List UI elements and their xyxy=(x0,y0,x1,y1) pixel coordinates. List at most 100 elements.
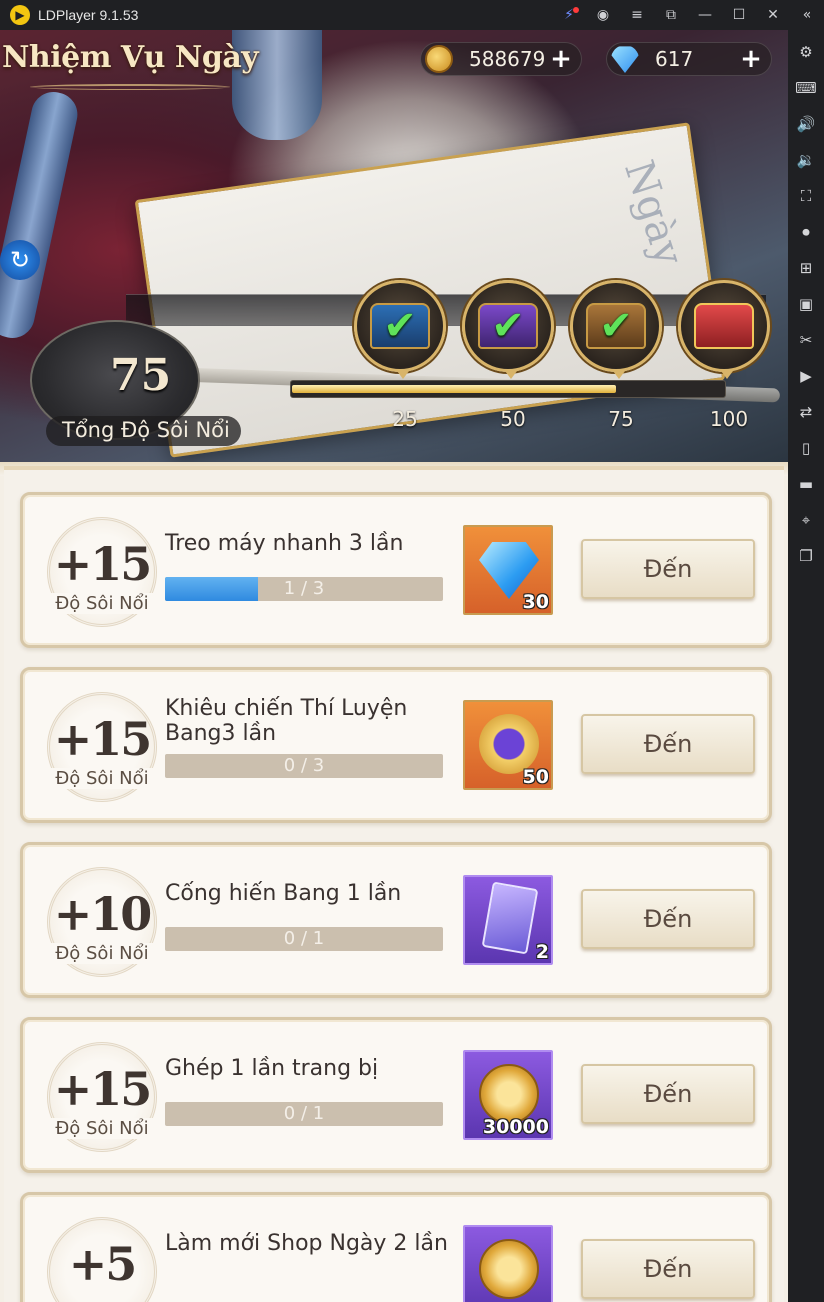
location-icon[interactable]: ⌖ xyxy=(788,502,824,538)
boost-icon[interactable]: ⚡ xyxy=(552,0,586,30)
go-button[interactable]: Đến xyxy=(581,714,755,774)
milestone-shelf xyxy=(126,294,766,326)
go-button[interactable]: Đến xyxy=(581,1239,755,1299)
task-card: +5 Làm mới Shop Ngày 2 lần Đến xyxy=(20,1192,772,1302)
activity-unit: Độ Sôi Nổi xyxy=(43,1118,161,1139)
red-chest-icon xyxy=(694,303,754,349)
activity-points-badge: +15 Độ Sôi Nổi xyxy=(43,513,161,631)
macro-icon[interactable]: ⏺ xyxy=(788,214,824,250)
milestone-label: 50 xyxy=(500,407,526,431)
scissors-icon[interactable]: ✂ xyxy=(788,322,824,358)
task-name: Khiêu chiến Thí Luyện Bang3 lần xyxy=(165,696,408,746)
task-name: Làm mới Shop Ngày 2 lần xyxy=(165,1231,448,1256)
activity-unit: Độ Sôi Nổi xyxy=(43,593,161,614)
activity-points: +15 xyxy=(53,537,153,591)
task-progress-text: 0 / 1 xyxy=(283,928,325,949)
coin-icon xyxy=(479,1239,539,1299)
collapse-sidebar-icon[interactable]: « xyxy=(790,0,824,30)
task-card: +10 Độ Sôi Nổi Cống hiến Bang 1 lần 0 / … xyxy=(20,842,772,998)
total-activity-label: Tổng Độ Sôi Nổi xyxy=(62,418,230,442)
sync-icon[interactable]: ⇄ xyxy=(788,394,824,430)
window-controls: ⚡ ◉ ≡ ⧉ — ☐ ✕ « xyxy=(552,0,824,30)
activity-points: +15 xyxy=(53,1062,153,1116)
folder-icon[interactable]: ▬ xyxy=(788,466,824,502)
gem-amount: 617 xyxy=(655,47,694,71)
record-video-icon[interactable]: ▶ xyxy=(788,358,824,394)
add-gems-button[interactable]: + xyxy=(737,44,765,74)
reward-item[interactable]: 30 xyxy=(463,525,553,615)
emulator-sidebar: ⚙ ⌨ 🔊 🔉 ⛶ ⏺ ⊞ ▣ ✂ ▶ ⇄ ▯ ▬ ⌖ ❐ xyxy=(788,30,824,1302)
maximize-button[interactable]: ☐ xyxy=(722,0,756,30)
apk-install-icon[interactable]: ▣ xyxy=(788,286,824,322)
task-card: +15 Độ Sôi Nổi Ghép 1 lần trang bị 0 / 1… xyxy=(20,1017,772,1173)
activity-progress-bar xyxy=(290,380,726,398)
activity-points-badge: +15 Độ Sôi Nổi xyxy=(43,688,161,806)
milestone-chest-50[interactable]: ✔ xyxy=(462,280,554,379)
coin-icon xyxy=(425,45,453,73)
task-progress-bar: 0 / 3 xyxy=(165,754,443,778)
reward-quantity: 30000 xyxy=(482,1116,549,1138)
go-button[interactable]: Đến xyxy=(581,889,755,949)
window-titlebar: ▶ LDPlayer 9.1.53 ⚡ ◉ ≡ ⧉ — ☐ ✕ « xyxy=(0,0,824,30)
external-window-icon[interactable]: ⧉ xyxy=(654,0,688,30)
activity-points: +10 xyxy=(53,887,153,941)
medal-icon xyxy=(479,714,539,774)
reward-item[interactable]: 2 xyxy=(463,875,553,965)
task-name: Ghép 1 lần trang bị xyxy=(165,1056,379,1081)
multi-instance-icon[interactable]: ⊞ xyxy=(788,250,824,286)
coin-icon xyxy=(479,1064,539,1124)
activity-points-badge: +10 Độ Sôi Nổi xyxy=(43,863,161,981)
check-icon: ✔ xyxy=(383,303,417,349)
activity-progress-fill xyxy=(292,385,616,393)
menu-icon[interactable]: ≡ xyxy=(620,0,654,30)
coin-amount: 588679 xyxy=(469,47,546,71)
reward-item[interactable]: 30000 xyxy=(463,1050,553,1140)
shake-icon[interactable]: ▯ xyxy=(788,430,824,466)
window-title: LDPlayer 9.1.53 xyxy=(38,7,139,23)
account-icon[interactable]: ◉ xyxy=(586,0,620,30)
volume-up-icon[interactable]: 🔊 xyxy=(788,106,824,142)
activity-unit: Độ Sôi Nổi xyxy=(43,768,161,789)
add-coins-button[interactable]: + xyxy=(547,44,575,74)
go-button[interactable]: Đến xyxy=(581,1064,755,1124)
milestone-chest-25[interactable]: ✔ xyxy=(354,280,446,379)
keyboard-icon[interactable]: ⌨ xyxy=(788,70,824,106)
reward-quantity: 30 xyxy=(522,591,549,613)
task-progress-text: 0 / 1 xyxy=(283,1103,325,1124)
minimize-button[interactable]: — xyxy=(688,0,722,30)
coin-balance: 588679 + xyxy=(420,42,582,76)
milestone-label: 75 xyxy=(608,407,634,431)
task-card: +15 Độ Sôi Nổi Khiêu chiến Thí Luyện Ban… xyxy=(20,667,772,823)
reward-item[interactable] xyxy=(463,1225,553,1302)
swirl-icon[interactable]: ↻ xyxy=(0,240,40,280)
task-progress-text: 0 / 3 xyxy=(283,755,325,776)
task-card: +15 Độ Sôi Nổi Treo máy nhanh 3 lần 1 / … xyxy=(20,492,772,648)
close-button[interactable]: ✕ xyxy=(756,0,790,30)
volume-down-icon[interactable]: 🔉 xyxy=(788,142,824,178)
milestone-chest-75[interactable]: ✔ xyxy=(570,280,662,379)
gem-balance: 617 + xyxy=(606,42,772,76)
game-screen: Ngày Nhiệm Vụ Ngày 588679 + 617 + ↻ 75 T… xyxy=(0,30,788,1302)
ldplayer-logo-icon: ▶ xyxy=(10,5,30,25)
milestone-chest-100[interactable] xyxy=(678,280,770,379)
screenshot-icon[interactable]: ⛶ xyxy=(788,178,824,214)
task-progress-bar: 0 / 1 xyxy=(165,1102,443,1126)
activity-unit: Độ Sôi Nổi xyxy=(43,943,161,964)
diamond-icon xyxy=(479,542,539,599)
task-progress-text: 1 / 3 xyxy=(283,578,325,599)
settings-gear-icon[interactable]: ⚙ xyxy=(788,34,824,70)
scroll-decoration xyxy=(0,87,82,343)
task-progress-bar: 0 / 1 xyxy=(165,927,443,951)
activity-points-badge: +15 Độ Sôi Nổi xyxy=(43,1038,161,1156)
task-name: Treo máy nhanh 3 lần xyxy=(165,531,404,556)
task-name: Cống hiến Bang 1 lần xyxy=(165,881,402,906)
activity-points-badge: +5 xyxy=(43,1213,161,1302)
reward-item[interactable]: 50 xyxy=(463,700,553,790)
check-icon: ✔ xyxy=(491,303,525,349)
task-progress-bar: 1 / 3 xyxy=(165,577,443,601)
total-activity-value: 75 xyxy=(110,350,172,401)
copy-window-icon[interactable]: ❐ xyxy=(788,538,824,574)
go-button[interactable]: Đến xyxy=(581,539,755,599)
page-title: Nhiệm Vụ Ngày xyxy=(2,40,259,75)
title-ornament xyxy=(30,84,230,90)
